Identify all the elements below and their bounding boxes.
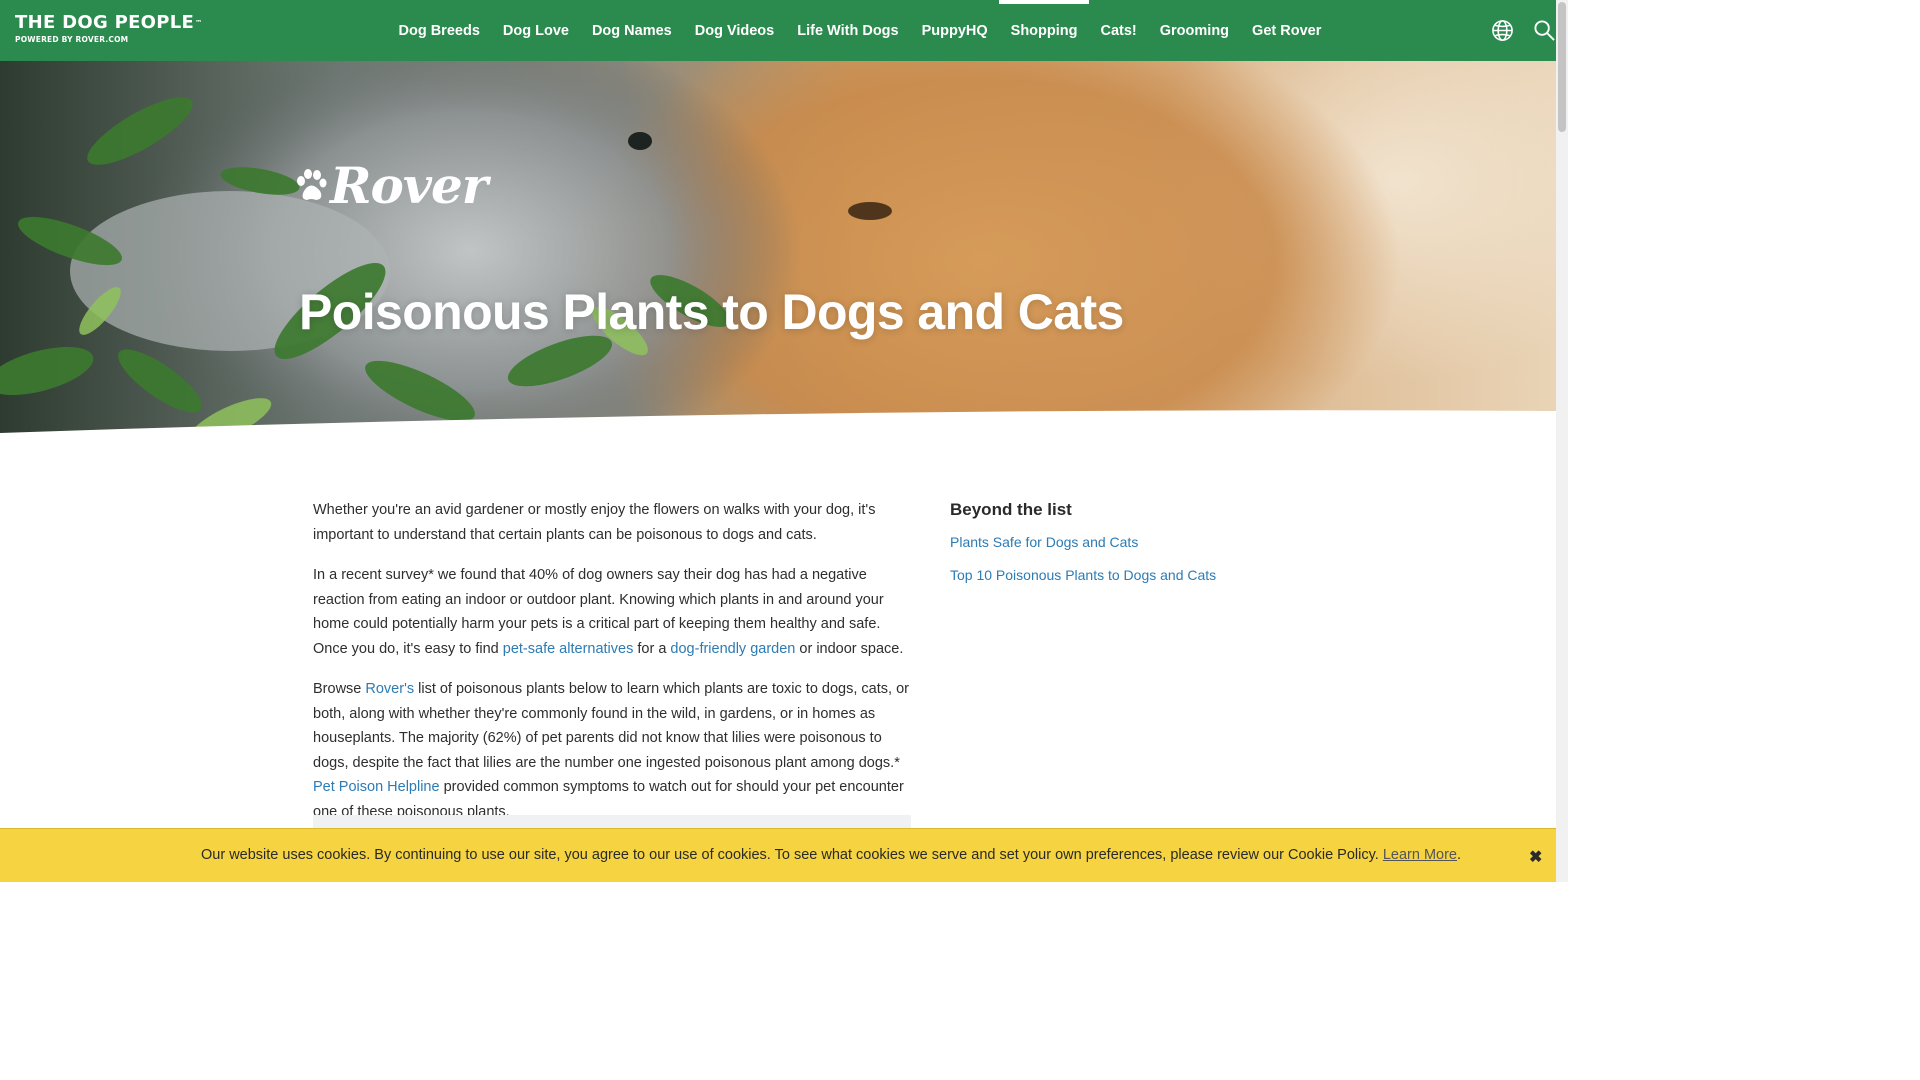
sidebar-link-top-10-poisonous[interactable]: Top 10 Poisonous Plants to Dogs and Cats (950, 565, 1270, 585)
sidebar: Beyond the list Plants Safe for Dogs and… (950, 500, 1270, 598)
close-icon[interactable]: ✖ (1529, 847, 1542, 867)
main-nav: Dog Breeds Dog Love Dog Names Dog Videos… (387, 0, 1333, 61)
article-body: Whether you're an avid gardener or mostl… (313, 498, 913, 840)
nav-item-grooming[interactable]: Grooming (1148, 0, 1240, 61)
nav-item-dog-breeds[interactable]: Dog Breeds (387, 0, 491, 61)
sidebar-heading: Beyond the list (950, 500, 1072, 519)
page-title: Poisonous Plants to Dogs and Cats (299, 284, 1124, 340)
nav-item-dog-names[interactable]: Dog Names (580, 0, 683, 61)
brand-title: THE DOG PEOPLE™ (15, 12, 203, 33)
pet-poison-helpline-link[interactable]: Pet Poison Helpline (313, 779, 440, 795)
nav-item-dog-videos[interactable]: Dog Videos (683, 0, 786, 61)
globe-icon[interactable] (1491, 19, 1514, 42)
cookie-message: Our website uses cookies. By continuing … (201, 847, 1462, 863)
site-header: THE DOG PEOPLE™ POWERED BY ROVER.COM Dog… (0, 0, 1556, 61)
intro-paragraph: Whether you're an avid gardener or mostl… (313, 502, 876, 543)
sidebar-link-safe-plants[interactable]: Plants Safe for Dogs and Cats (950, 532, 1270, 552)
learn-more-link[interactable]: Learn More (1383, 847, 1457, 863)
rovers-link[interactable]: Rover's (365, 681, 414, 697)
brand-subtitle: POWERED BY ROVER.COM (15, 35, 129, 44)
nav-item-dog-love[interactable]: Dog Love (491, 0, 580, 61)
browse-paragraph: Browse Rover's list of poisonous plants … (313, 681, 909, 820)
page-scrollbar[interactable] (1556, 0, 1568, 882)
nav-item-shopping[interactable]: Shopping (999, 0, 1089, 61)
search-icon[interactable] (1533, 19, 1556, 42)
hero-banner: Rover Poisonous Plants to Dogs and Cats (0, 61, 1556, 445)
dog-friendly-garden-link[interactable]: dog-friendly garden (670, 641, 795, 657)
pet-safe-alternatives-link[interactable]: pet-safe alternatives (503, 641, 634, 657)
nav-item-life-with-dogs[interactable]: Life With Dogs (786, 0, 910, 61)
scrollbar-thumb[interactable] (1558, 2, 1566, 132)
rover-logo[interactable]: Rover (296, 156, 488, 215)
site-logo[interactable]: THE DOG PEOPLE™ POWERED BY ROVER.COM (15, 14, 202, 45)
survey-paragraph: In a recent survey* we found that 40% of… (313, 567, 904, 657)
cookie-banner: Our website uses cookies. By continuing … (0, 828, 1556, 882)
paw-icon (297, 169, 327, 200)
nav-item-puppyhq[interactable]: PuppyHQ (910, 0, 999, 61)
nav-item-get-rover[interactable]: Get Rover (1241, 0, 1333, 61)
hero-image (0, 61, 1556, 445)
rover-logo-text: Rover (330, 156, 488, 215)
nav-item-cats[interactable]: Cats! (1089, 0, 1148, 61)
